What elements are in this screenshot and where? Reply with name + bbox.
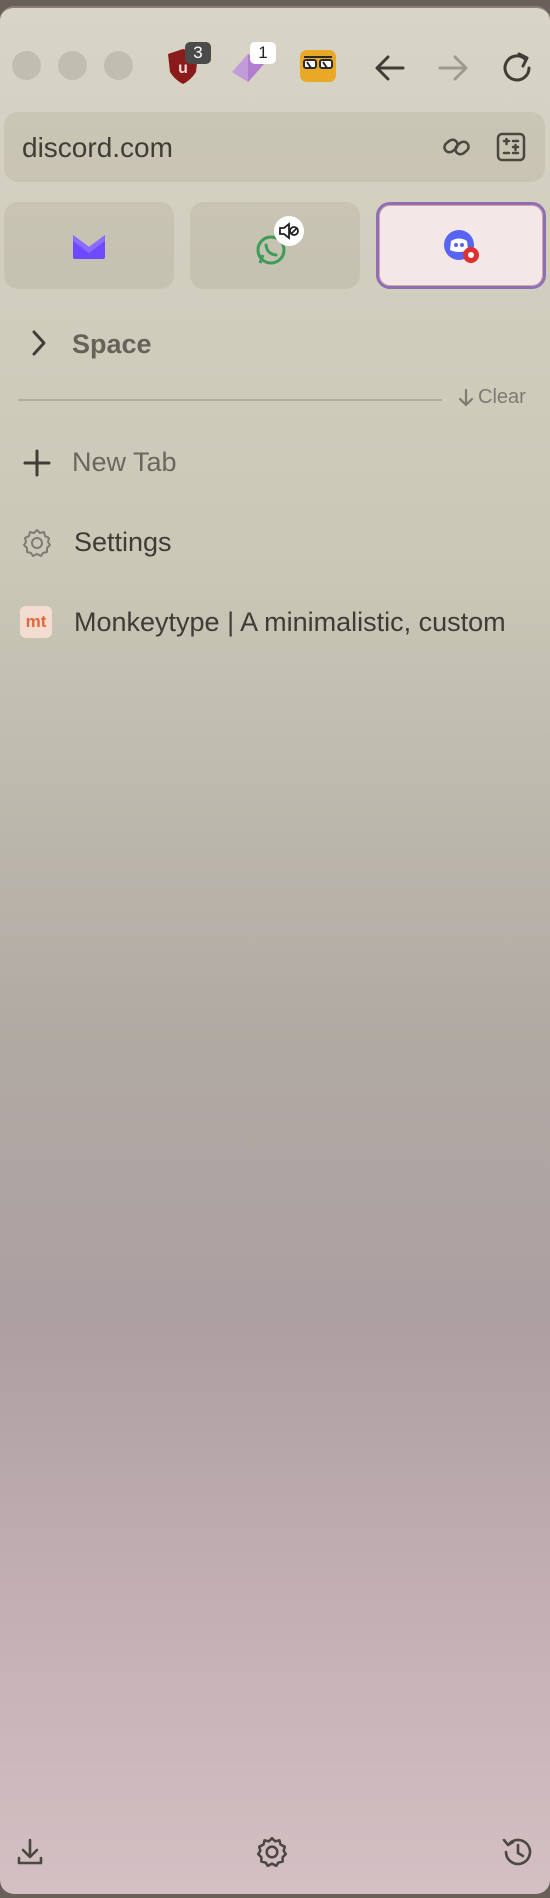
address-bar[interactable]: discord.com <box>4 112 545 182</box>
pinned-tab-discord[interactable] <box>376 202 546 289</box>
ublock-origin-extension-button[interactable]: u 3 <box>163 42 211 86</box>
pinned-tab-whatsapp[interactable] <box>190 202 360 289</box>
arrow-left-icon <box>375 55 405 81</box>
arrow-down-icon <box>458 388 474 406</box>
back-button[interactable] <box>370 48 410 88</box>
chevron-right-icon <box>32 330 46 356</box>
muted-audio-icon[interactable] <box>274 216 304 246</box>
diamond-extension-badge: 1 <box>250 42 276 64</box>
browser-sidebar: u 3 1 discord.com Space Clear New Tab Se… <box>0 6 550 1894</box>
reload-icon <box>503 52 531 82</box>
tab-settings[interactable]: Settings <box>0 512 550 572</box>
tab-label: Monkeytype | A minimalistic, custom <box>74 607 506 637</box>
downloads-button[interactable] <box>12 1834 48 1870</box>
space-header[interactable]: Space <box>0 318 550 368</box>
discord-icon <box>444 229 479 263</box>
clear-label: Clear <box>478 386 526 408</box>
gear-icon <box>256 1836 288 1868</box>
history-icon <box>502 1838 532 1866</box>
site-settings-button[interactable] <box>494 130 528 164</box>
pinned-tab-proton-mail[interactable] <box>4 202 174 289</box>
plus-icon <box>20 446 54 480</box>
gear-icon <box>20 526 54 560</box>
sidebar-settings-button[interactable] <box>254 1834 290 1870</box>
ublock-badge: 3 <box>185 42 211 64</box>
new-tab-button[interactable]: New Tab <box>0 432 550 492</box>
reload-button[interactable] <box>497 48 537 88</box>
copy-link-button[interactable] <box>440 130 474 164</box>
diamond-extension-button[interactable]: 1 <box>228 42 276 86</box>
window-controls <box>12 51 133 80</box>
space-label: Space <box>72 329 152 359</box>
tab-monkeytype[interactable]: mt Monkeytype | A minimalistic, custom <box>0 592 550 652</box>
clear-tabs-button[interactable]: Clear <box>458 386 526 409</box>
mail-icon <box>73 234 105 259</box>
link-icon <box>443 138 470 156</box>
sliders-icon <box>496 132 526 162</box>
arrow-right-icon <box>438 55 468 81</box>
monkeytype-icon: mt <box>20 606 52 638</box>
address-bar-url[interactable]: discord.com <box>22 132 173 164</box>
tabs-divider <box>18 399 442 401</box>
tab-label: Settings <box>74 527 172 557</box>
glasses-extension-icon <box>300 50 336 82</box>
glasses-extension-button[interactable] <box>298 46 338 86</box>
zoom-window-button[interactable] <box>104 51 133 80</box>
download-icon <box>17 1838 43 1865</box>
close-window-button[interactable] <box>12 51 41 80</box>
forward-button[interactable] <box>433 48 473 88</box>
minimize-window-button[interactable] <box>58 51 87 80</box>
history-button[interactable] <box>500 1834 536 1870</box>
new-tab-label: New Tab <box>72 447 177 477</box>
